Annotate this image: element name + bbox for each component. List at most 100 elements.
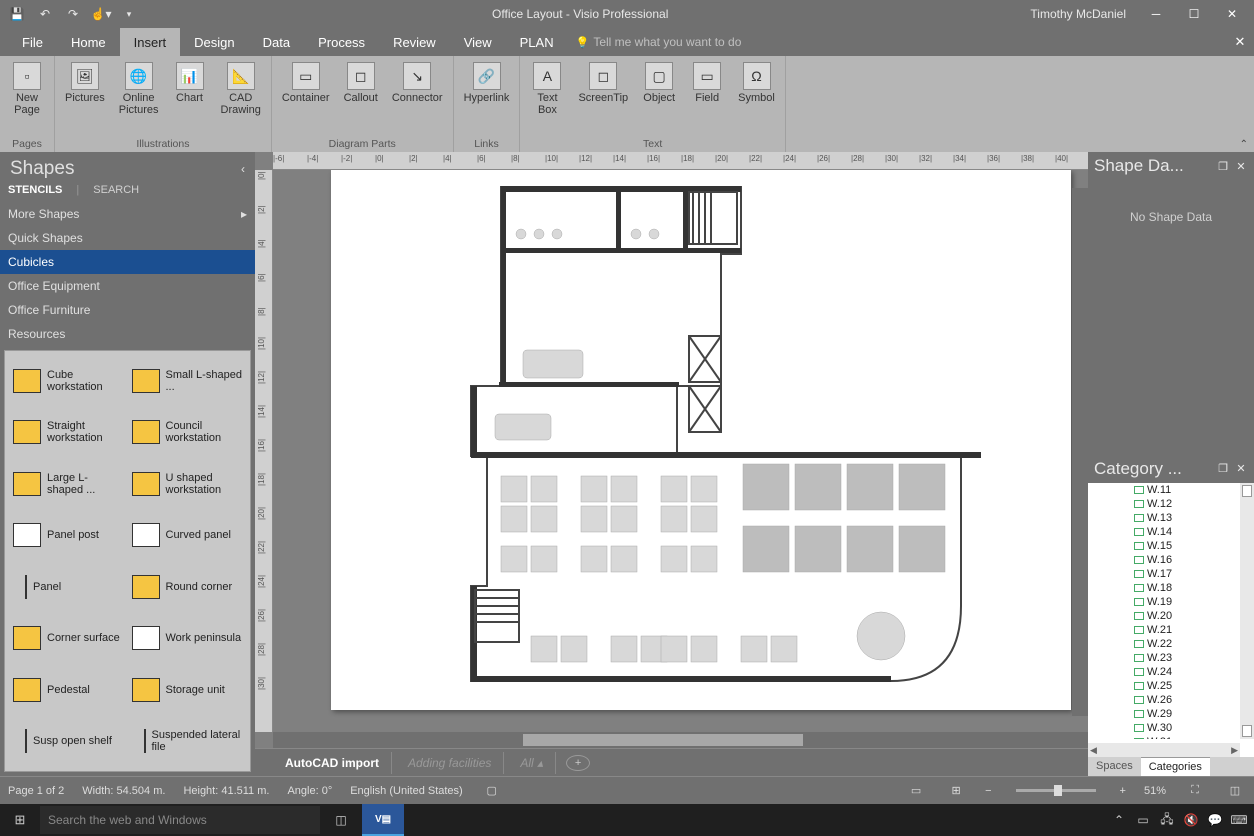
shape-panel[interactable]: Panel	[9, 561, 128, 613]
ribbon-screentip-button[interactable]: ◻ScreenTip	[574, 60, 632, 106]
shape-suspended-lateral-file[interactable]: Suspended lateral file	[128, 716, 247, 768]
pane-window-icon[interactable]: ❐	[1216, 160, 1230, 172]
tray-notifications-icon[interactable]: 💬	[1204, 810, 1226, 831]
taskbar-search[interactable]: Search the web and Windows	[40, 806, 320, 834]
page-tab-facilities[interactable]: Adding facilities	[396, 752, 504, 774]
shapes-tab-stencils[interactable]: STENCILS	[8, 184, 62, 196]
page-tab-all[interactable]: All ▴	[508, 752, 556, 774]
tray-input-icon[interactable]: ⌨	[1228, 810, 1250, 831]
status-language[interactable]: English (United States)	[350, 785, 463, 797]
category-item[interactable]: W.19	[1134, 595, 1240, 609]
category-item[interactable]: W.13	[1134, 511, 1240, 525]
pan-zoom-icon[interactable]: ⊞	[945, 782, 967, 800]
ribbon-pictures-button[interactable]: 🖼Pictures	[61, 60, 109, 106]
shape-large-l-shaped-[interactable]: Large L-shaped ...	[9, 458, 128, 510]
tab-data[interactable]: Data	[249, 28, 304, 56]
redo-icon[interactable]: ↷	[60, 3, 86, 25]
tray-network-icon[interactable]: 🖧	[1156, 810, 1178, 831]
pane-close-icon[interactable]: ✕	[1234, 463, 1248, 475]
stencil-office-furniture[interactable]: Office Furniture	[0, 298, 255, 322]
stencil-cubicles[interactable]: Cubicles	[0, 250, 255, 274]
save-icon[interactable]: 💾	[4, 3, 30, 25]
category-item[interactable]: W.21	[1134, 623, 1240, 637]
shape-corner-surface[interactable]: Corner surface	[9, 613, 128, 665]
presentation-mode-icon[interactable]: ▭	[905, 782, 927, 800]
category-scrollbar-horizontal[interactable]: ◀▶	[1088, 743, 1240, 757]
shape-u-shaped-workstation[interactable]: U shaped workstation	[128, 458, 247, 510]
shape-cube-workstation[interactable]: Cube workstation	[9, 355, 128, 407]
shapes-tab-search[interactable]: SEARCH	[93, 184, 139, 196]
zoom-in-button[interactable]: +	[1120, 785, 1126, 797]
drawing-canvas[interactable]	[273, 170, 1088, 732]
task-view-icon[interactable]: ◫	[320, 804, 362, 836]
category-item[interactable]: W.12	[1134, 497, 1240, 511]
taskbar-visio-icon[interactable]: V▤	[362, 804, 404, 836]
ribbon-connector-button[interactable]: ↘Connector	[388, 60, 447, 106]
page-tab-autocad[interactable]: AutoCAD import	[273, 752, 392, 774]
category-item[interactable]: W.26	[1134, 693, 1240, 707]
zoom-out-button[interactable]: −	[985, 785, 991, 797]
category-item[interactable]: W.22	[1134, 637, 1240, 651]
undo-icon[interactable]: ↶	[32, 3, 58, 25]
category-item[interactable]: W.11	[1134, 483, 1240, 497]
ribbon-container-button[interactable]: ▭Container	[278, 60, 334, 106]
category-item[interactable]: W.25	[1134, 679, 1240, 693]
more-shapes-item[interactable]: More Shapes▸	[0, 202, 255, 226]
shape-round-corner[interactable]: Round corner	[128, 561, 247, 613]
pane-close-icon[interactable]: ✕	[1234, 160, 1248, 172]
shape-small-l-shaped-[interactable]: Small L-shaped ...	[128, 355, 247, 407]
minimize-button[interactable]: ─	[1138, 3, 1174, 25]
category-item[interactable]: W.30	[1134, 721, 1240, 735]
qat-customize-icon[interactable]: ▾	[116, 3, 142, 25]
zoom-slider[interactable]	[1016, 789, 1096, 792]
category-item[interactable]: W.20	[1134, 609, 1240, 623]
shape-storage-unit[interactable]: Storage unit	[128, 664, 247, 716]
shape-council-workstation[interactable]: Council workstation	[128, 407, 247, 459]
drawing-page[interactable]	[331, 170, 1071, 710]
add-page-button[interactable]: +	[566, 755, 590, 771]
maximize-button[interactable]: ☐	[1176, 3, 1212, 25]
category-item[interactable]: W.29	[1134, 707, 1240, 721]
zoom-level[interactable]: 51%	[1144, 785, 1166, 797]
tray-volume-icon[interactable]: 🔇	[1180, 810, 1202, 831]
shape-work-peninsula[interactable]: Work peninsula	[128, 613, 247, 665]
start-button[interactable]: ⊞	[0, 812, 40, 828]
pane-window-icon[interactable]: ❐	[1216, 463, 1230, 475]
tray-battery-icon[interactable]: ▭	[1132, 810, 1154, 831]
floorplan-drawing[interactable]	[461, 186, 991, 696]
shape-curved-panel[interactable]: Curved panel	[128, 510, 247, 562]
category-item[interactable]: W.15	[1134, 539, 1240, 553]
canvas-scrollbar-vertical[interactable]	[1072, 188, 1088, 716]
cat-tab-categories[interactable]: Categories	[1141, 757, 1210, 776]
ribbon-symbol-button[interactable]: ΩSymbol	[734, 60, 779, 106]
ribbon-chart-button[interactable]: 📊Chart	[169, 60, 211, 106]
tab-view[interactable]: View	[450, 28, 506, 56]
ribbon-online-pictures-button[interactable]: 🌐Online Pictures	[115, 60, 163, 118]
tab-design[interactable]: Design	[180, 28, 248, 56]
category-scrollbar-vertical[interactable]	[1240, 483, 1254, 740]
stencil-quick-shapes[interactable]: Quick Shapes	[0, 226, 255, 250]
tab-home[interactable]: Home	[57, 28, 120, 56]
shape-pedestal[interactable]: Pedestal	[9, 664, 128, 716]
ribbon-object-button[interactable]: ▢Object	[638, 60, 680, 106]
category-item[interactable]: W.16	[1134, 553, 1240, 567]
category-item[interactable]: W.17	[1134, 567, 1240, 581]
tray-chevron-icon[interactable]: ⌃	[1108, 810, 1130, 831]
ribbon-close-icon[interactable]: ✕	[1226, 28, 1254, 56]
tab-process[interactable]: Process	[304, 28, 379, 56]
category-item[interactable]: W.31	[1134, 735, 1240, 740]
category-item[interactable]: W.14	[1134, 525, 1240, 539]
ribbon-cad-drawing-button[interactable]: 📐CAD Drawing	[217, 60, 265, 118]
canvas-scrollbar-horizontal[interactable]	[273, 732, 1088, 748]
shape-susp-open-shelf[interactable]: Susp open shelf	[9, 716, 128, 768]
cat-tab-spaces[interactable]: Spaces	[1088, 757, 1141, 776]
category-item[interactable]: W.23	[1134, 651, 1240, 665]
user-name[interactable]: Timothy McDaniel	[1018, 7, 1138, 21]
tell-me-search[interactable]: 💡 Tell me what you want to do	[568, 28, 1226, 56]
shapes-collapse-icon[interactable]: ‹	[241, 162, 245, 176]
ribbon-new-page-button[interactable]: ▫New Page	[6, 60, 48, 118]
ribbon-field-button[interactable]: ▭Field	[686, 60, 728, 106]
stencil-resources[interactable]: Resources	[0, 322, 255, 346]
shape-panel-post[interactable]: Panel post	[9, 510, 128, 562]
tab-file[interactable]: File	[8, 28, 57, 56]
